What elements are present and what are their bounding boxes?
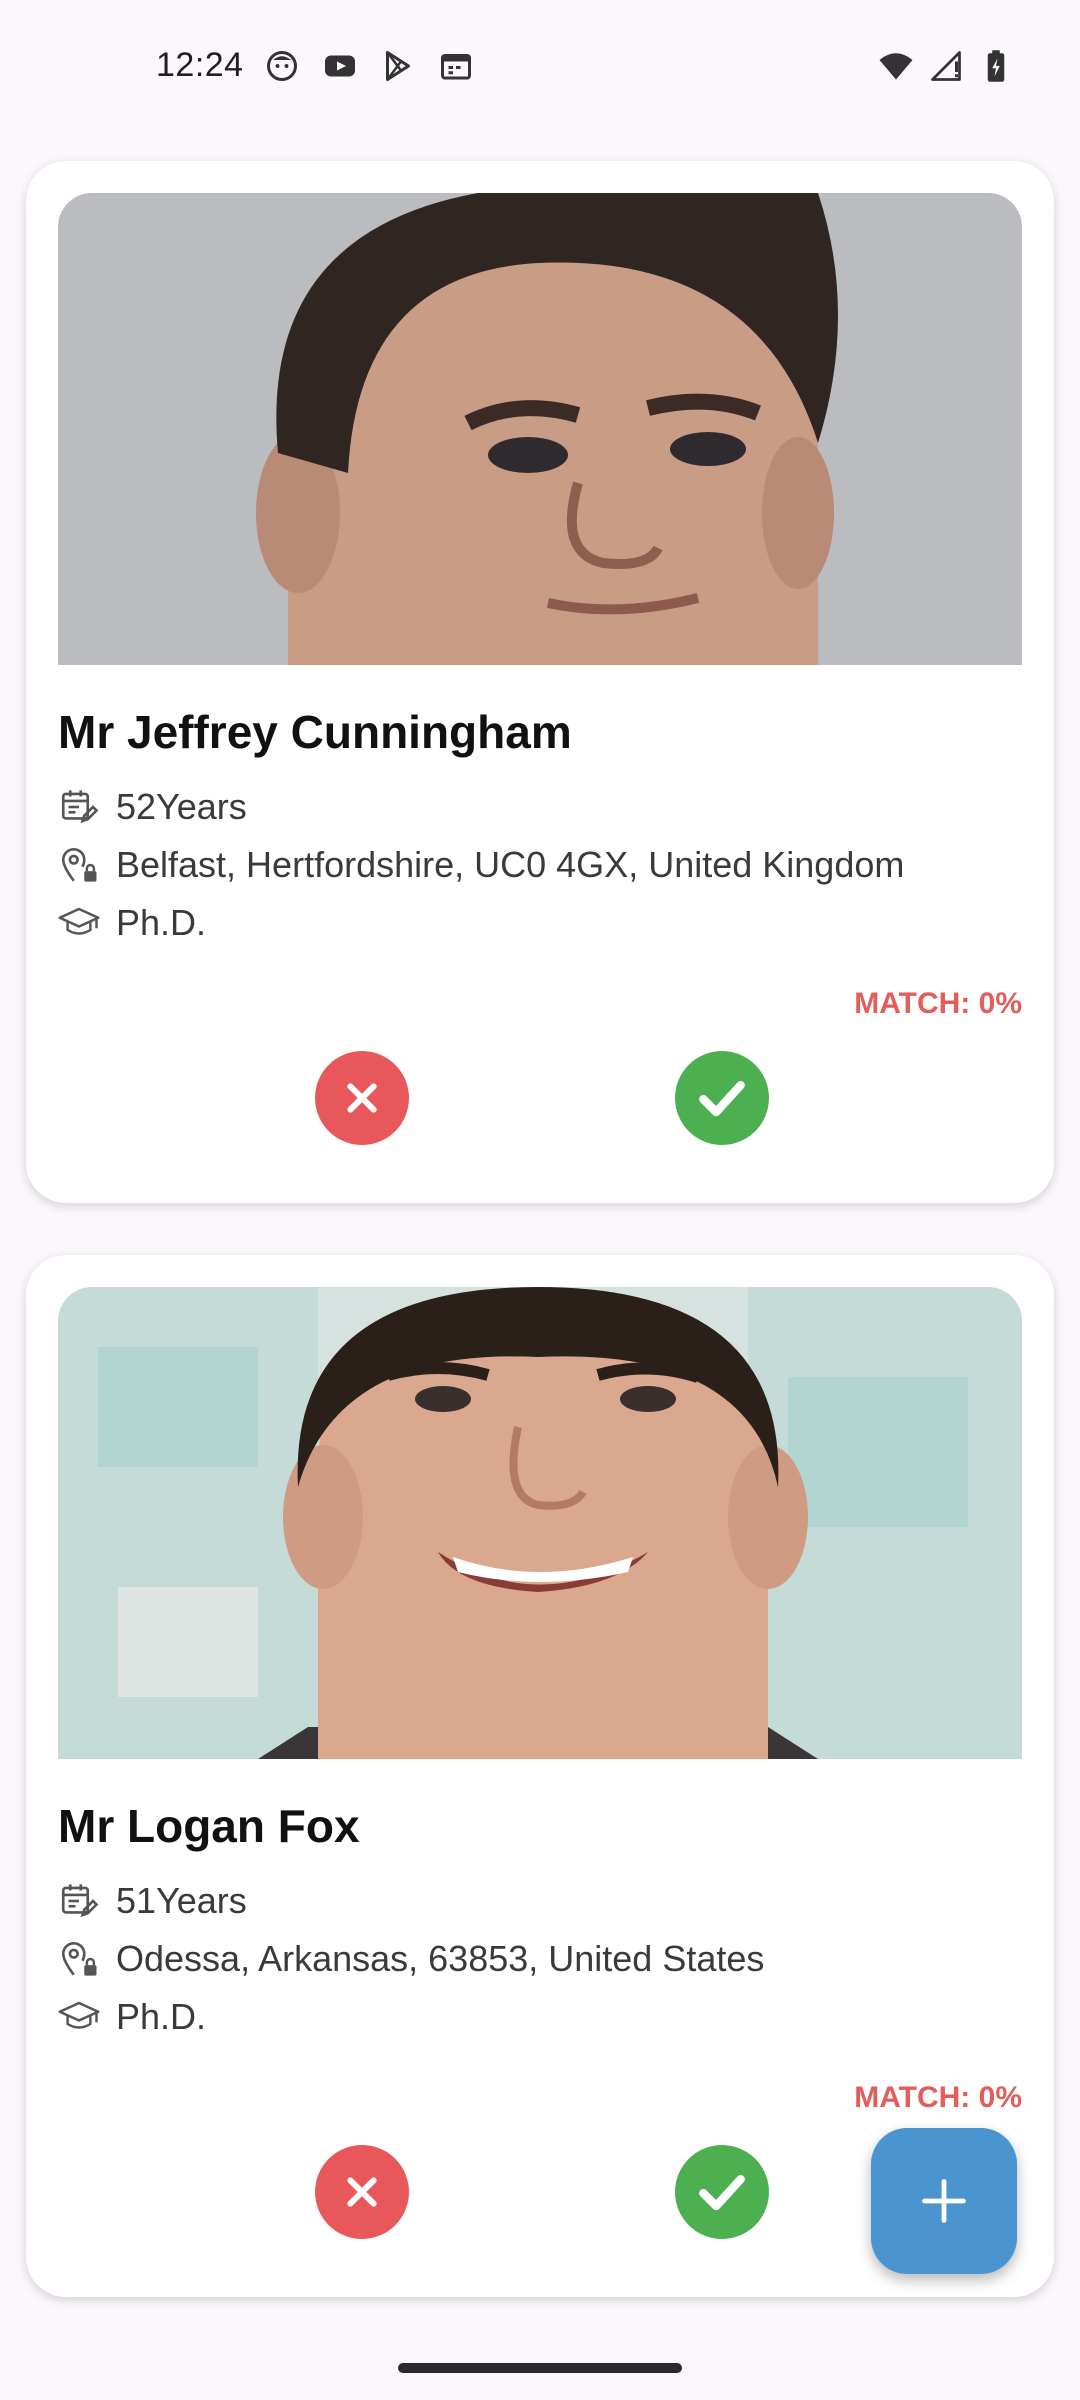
close-icon bbox=[347, 1083, 377, 1113]
youtube-icon bbox=[325, 55, 355, 77]
add-fab-button[interactable] bbox=[871, 2128, 1017, 2274]
calendar-edit-icon bbox=[61, 790, 99, 824]
profile-name: Mr Logan Fox bbox=[58, 1800, 360, 1852]
cell-signal-icon bbox=[931, 51, 961, 81]
education-text: Ph.D. bbox=[116, 1996, 207, 2037]
match-percentage: MATCH: 0% bbox=[854, 987, 1022, 1020]
match-percentage: MATCH: 0% bbox=[854, 2081, 1022, 2114]
profile-photo bbox=[58, 193, 1022, 665]
location-lock-icon bbox=[61, 1942, 97, 1976]
education-row: Ph.D. bbox=[58, 1992, 206, 2042]
profile-card: Mr Jeffrey Cunningham 52Years Belfast, H… bbox=[26, 161, 1054, 1203]
age-text: 52Years bbox=[116, 786, 247, 827]
education-text: Ph.D. bbox=[116, 902, 207, 943]
status-time: 12:24 bbox=[156, 46, 244, 84]
wifi-icon bbox=[879, 53, 913, 80]
graduation-cap-icon bbox=[58, 907, 100, 935]
notification-icons bbox=[264, 48, 474, 84]
close-icon bbox=[347, 2177, 377, 2207]
status-bar: 12:24 bbox=[0, 0, 1080, 140]
age-row: 51Years bbox=[58, 1876, 247, 1926]
profile-name: Mr Jeffrey Cunningham bbox=[58, 706, 572, 758]
graduation-cap-icon bbox=[58, 2001, 100, 2029]
home-gesture-bar[interactable] bbox=[398, 2363, 682, 2373]
calendar-icon bbox=[441, 54, 471, 80]
accept-button[interactable] bbox=[675, 1051, 769, 1145]
check-icon bbox=[699, 2174, 745, 2211]
battery-charging-icon bbox=[987, 50, 1005, 82]
check-icon bbox=[699, 1080, 745, 1117]
age-row: 52Years bbox=[58, 782, 247, 832]
reject-button[interactable] bbox=[315, 1051, 409, 1145]
calendar-edit-icon bbox=[61, 1884, 99, 1918]
play-store-icon bbox=[386, 51, 410, 81]
location-row: Belfast, Hertfordshire, UC0 4GX, United … bbox=[58, 840, 904, 890]
location-text: Belfast, Hertfordshire, UC0 4GX, United … bbox=[116, 844, 905, 885]
reject-button[interactable] bbox=[315, 2145, 409, 2239]
location-row: Odessa, Arkansas, 63853, United States bbox=[58, 1934, 764, 1984]
education-row: Ph.D. bbox=[58, 898, 206, 948]
face-notification-icon bbox=[267, 51, 297, 81]
plus-icon bbox=[922, 2179, 966, 2223]
location-text: Odessa, Arkansas, 63853, United States bbox=[116, 1938, 765, 1979]
accept-button[interactable] bbox=[675, 2145, 769, 2239]
age-text: 51Years bbox=[116, 1880, 247, 1921]
system-icons bbox=[878, 48, 1014, 84]
profile-photo bbox=[58, 1287, 1022, 1759]
location-lock-icon bbox=[61, 848, 97, 882]
